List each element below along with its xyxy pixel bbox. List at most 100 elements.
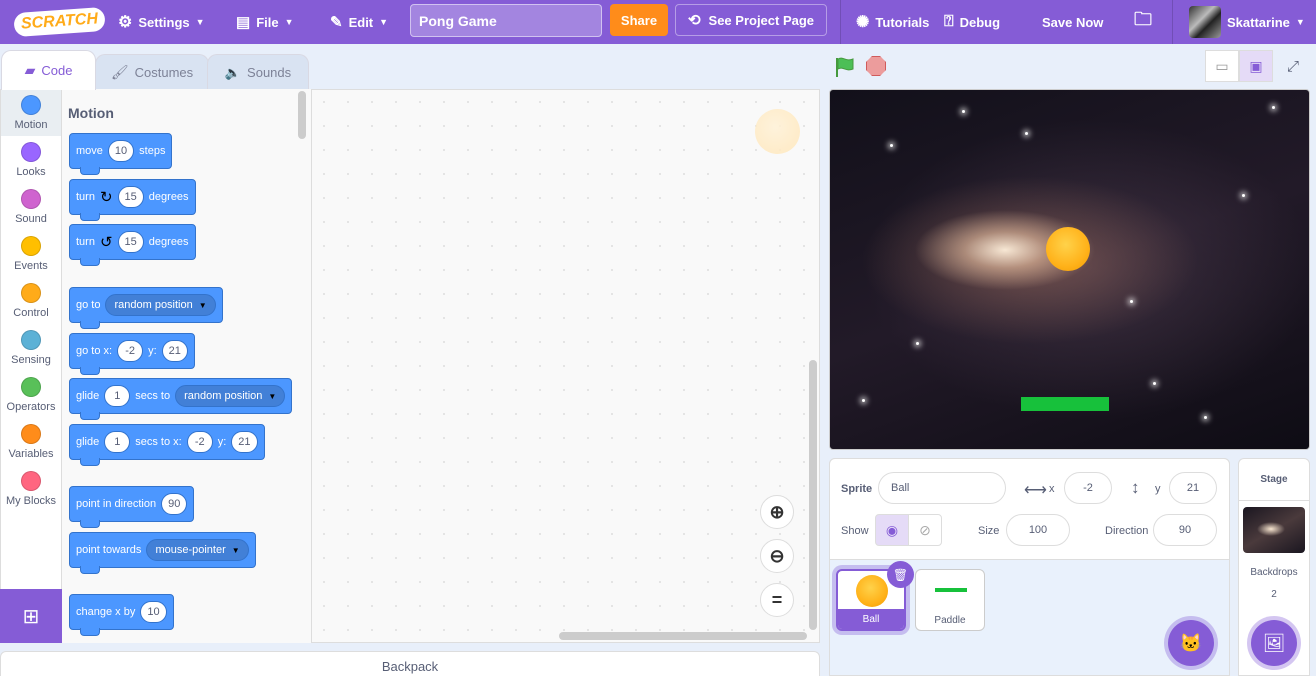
choose-backdrop-button[interactable]: 🖼 [1251,620,1297,666]
debug-button[interactable]: ⍰ Debug [944,0,1000,44]
tutorials-button[interactable]: ✺ Tutorials [856,0,929,44]
block-text: glide [76,436,100,448]
glide-to-block[interactable]: glide 1 secs to random position ▼ [69,378,293,420]
rotate-left-icon: ↺ [99,234,113,251]
star [1025,132,1028,135]
turn-right-block[interactable]: turn ↻ 15 degrees [69,179,196,221]
glide-to-xy-block[interactable]: glide 1 secs to x: -2 y: 21 [69,424,265,466]
zoom-out-button[interactable]: ⊖ [760,539,794,573]
x-position-input[interactable]: -2 [1064,472,1112,504]
sprite-name-input[interactable] [878,472,1006,504]
zoom-in-button[interactable]: ⊕ [760,495,794,529]
normal-stage-button[interactable]: ▣ [1239,50,1273,82]
block-text: change x by [76,606,136,618]
x-input[interactable]: -2 [186,431,213,453]
share-button[interactable]: Share [610,4,668,36]
paddle-sprite[interactable] [1021,397,1109,411]
block-text: y: [217,436,227,448]
speaker-icon: 🔈 [224,64,242,80]
hide-button[interactable]: ⊘ [908,514,942,546]
code-blocks-icon: ▰ [24,62,36,78]
green-flag-icon[interactable] [834,56,856,78]
cat-add-icon: 🐱 [1179,632,1203,653]
settings-menu[interactable]: ⚙ Settings ▼ [118,0,205,44]
block-text: glide [76,390,100,402]
edit-menu[interactable]: ✎ Edit ▼ [330,0,388,44]
go-to-xy-block[interactable]: go to x: -2 y: 21 [69,333,195,375]
change-x-block[interactable]: change x by 10 [69,594,174,636]
file-menu[interactable]: ▤ File ▼ [236,0,294,44]
sprite-tile-name: Paddle [934,614,966,626]
small-stage-icon: ▭ [1215,57,1229,74]
tutorials-label: Tutorials [875,14,930,30]
change-x-input[interactable]: 10 [140,601,167,623]
tab-costumes-label: Costumes [134,65,194,80]
add-extension-button[interactable]: ⊞ [0,589,62,643]
y-input[interactable]: 21 [161,340,188,362]
category-sound[interactable]: Sound [1,183,61,230]
choose-sprite-button[interactable]: 🐱 [1168,620,1214,666]
category-motion[interactable]: Motion [1,89,61,136]
chevron-down-icon: ▼ [195,17,205,27]
scratch-logo[interactable]: SCRATCH [13,0,106,44]
zoom-out-icon: ⊖ [769,545,785,566]
palette-scrollbar[interactable] [298,91,306,139]
tab-sounds[interactable]: 🔈 Sounds [207,54,309,90]
star [1204,416,1207,419]
point-towards-block[interactable]: point towards mouse-pointer ▼ [69,532,256,574]
see-project-page-button[interactable]: ⟲ See Project Page [675,4,827,36]
secs-input[interactable]: 1 [104,385,131,407]
secs-input[interactable]: 1 [104,431,131,453]
y-label: y [1155,483,1161,495]
edit-label: Edit [348,14,374,30]
move-steps-block[interactable]: move 10 steps [69,133,173,175]
workspace-vertical-scrollbar[interactable] [809,360,817,630]
direction-input[interactable]: 90 [1153,514,1217,546]
show-label: Show [841,525,869,537]
category-label: Events [14,259,48,272]
category-my-blocks[interactable]: My Blocks [1,465,61,512]
category-variables[interactable]: Variables [1,418,61,465]
category-control[interactable]: Control [1,277,61,324]
ball-sprite[interactable] [1046,227,1090,271]
show-visible-button[interactable]: ◉ [875,514,909,546]
tab-costumes[interactable]: 🖌 Costumes [95,54,209,90]
lightbulb-icon: ✺ [856,14,870,31]
category-sensing[interactable]: Sensing [1,324,61,371]
steps-input[interactable]: 10 [107,140,135,162]
block-text: degrees [148,236,189,248]
go-to-block[interactable]: go to random position ▼ [69,287,223,329]
looks-dot [21,141,41,162]
towards-target-dropdown[interactable]: mouse-pointer ▼ [146,539,249,561]
category-looks[interactable]: Looks [1,136,61,183]
y-position-input[interactable]: 21 [1169,472,1217,504]
stop-icon[interactable] [866,56,886,76]
y-input[interactable]: 21 [231,431,258,453]
degrees-input[interactable]: 15 [117,186,144,208]
turn-left-block[interactable]: turn ↺ 15 degrees [69,224,196,266]
star [1272,106,1275,109]
project-title-input[interactable] [410,4,602,37]
save-now-button[interactable]: Save Now [1042,0,1103,44]
point-in-direction-block[interactable]: point in direction 90 [69,486,195,528]
direction-input[interactable]: 90 [161,493,188,515]
my-stuff-folder-icon[interactable]: 🗀 [1134,0,1152,44]
goto-target-dropdown[interactable]: random position ▼ [105,294,216,316]
degrees-input[interactable]: 15 [117,231,144,253]
x-input[interactable]: -2 [117,340,144,362]
delete-sprite-button[interactable]: 🗑 [887,561,914,588]
category-events[interactable]: Events [1,230,61,277]
fullscreen-button[interactable]: ⤢ [1276,50,1310,82]
script-workspace[interactable] [312,89,820,643]
workspace-horizontal-scrollbar[interactable] [559,632,807,640]
block-text: turn [76,191,95,203]
category-operators[interactable]: Operators [1,371,61,418]
tab-code[interactable]: ▰ Code [1,50,96,90]
backpack-panel[interactable]: Backpack [0,651,820,676]
sprite-tile-paddle[interactable]: Paddle [915,569,985,631]
account-menu[interactable]: Skattarine ▼ [1189,0,1305,44]
small-stage-button[interactable]: ▭ [1205,50,1239,82]
glide-target-dropdown[interactable]: random position ▼ [175,385,286,407]
size-input[interactable]: 100 [1006,514,1070,546]
zoom-reset-button[interactable]: = [760,583,794,617]
